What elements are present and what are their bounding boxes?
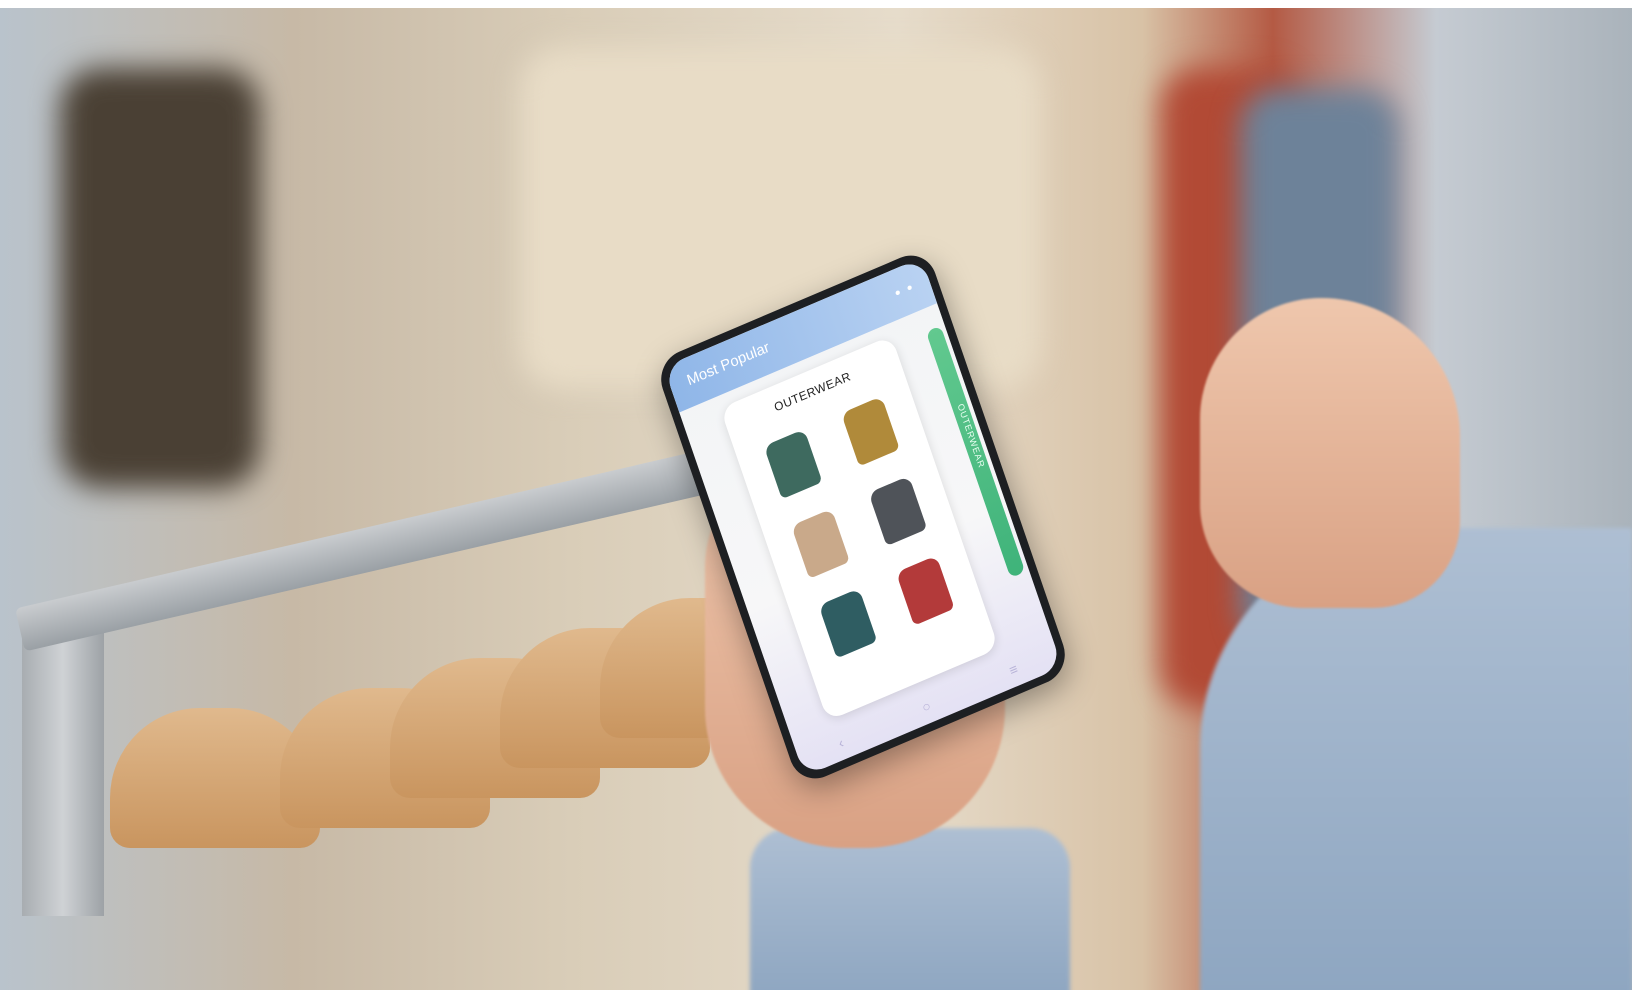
background-plaid-shirt <box>60 68 260 488</box>
product-item[interactable] <box>879 542 971 639</box>
coat-image <box>868 475 928 547</box>
product-item[interactable] <box>802 575 894 672</box>
denim-cuff <box>750 828 1070 990</box>
jacket-image <box>841 396 900 467</box>
jacket-image <box>818 588 878 659</box>
back-icon[interactable]: ‹ <box>836 734 846 751</box>
jacket-image <box>763 428 823 500</box>
header-title: Most Popular <box>684 338 772 390</box>
product-item[interactable] <box>852 462 944 559</box>
rack-post <box>22 616 104 916</box>
menu-icon[interactable]: ≡ <box>1007 660 1020 678</box>
product-item[interactable] <box>747 416 839 513</box>
coat-image <box>791 508 850 579</box>
home-icon[interactable]: ○ <box>920 697 933 715</box>
coat-image <box>895 555 955 626</box>
product-item[interactable] <box>825 383 917 480</box>
store-photo-scene: Most Popular ● ● OUTERWEAR OUTERWEAR ‹ ○ <box>0 8 1632 990</box>
header-menu-icon[interactable]: ● ● <box>893 281 916 300</box>
product-item[interactable] <box>775 495 867 592</box>
right-hand-pointing <box>1200 298 1460 608</box>
